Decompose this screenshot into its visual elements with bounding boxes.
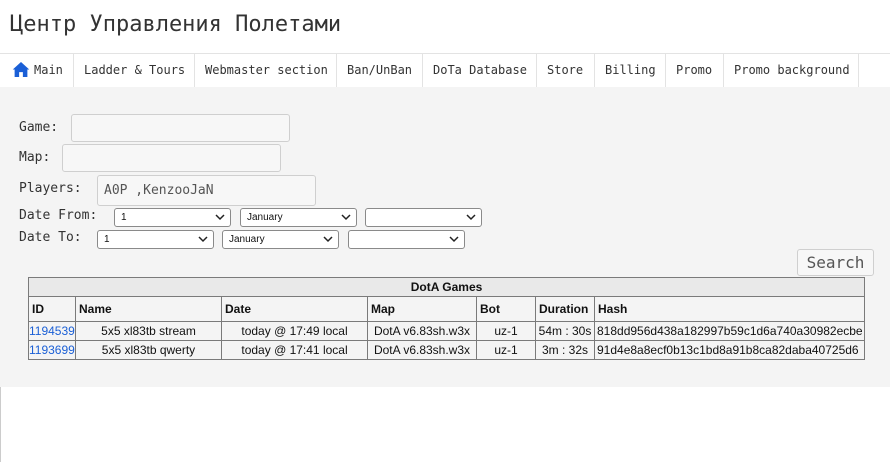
nav-item-billing[interactable]: Billing (595, 54, 666, 87)
table-header-row: ID Name Date Map Bot Duration Hash (28, 296, 866, 322)
game-map-cell: DotA v6.83sh.w3x (367, 340, 477, 360)
main-navbar: Main Ladder & Tours Webmaster section Ba… (0, 53, 890, 88)
date-from-year-select[interactable] (365, 208, 482, 227)
game-name-cell: 5x5 xl83tb qwerty (75, 340, 222, 360)
nav-item-label: Store (547, 63, 584, 77)
chevron-down-icon (323, 236, 333, 243)
select-value: 1 (104, 234, 110, 245)
table-row: 1193699 5x5 xl83tb qwerty today @ 17:41 … (28, 340, 866, 360)
game-map-cell: DotA v6.83sh.w3x (367, 321, 477, 341)
game-duration-cell: 3m : 32s (535, 340, 595, 360)
page-left-border (0, 387, 1, 462)
date-from-label: Date From: (19, 208, 98, 223)
nav-item-dota-database[interactable]: DoTa Database (423, 54, 537, 87)
select-value: January (229, 234, 265, 245)
nav-item-webmaster-section[interactable]: Webmaster section (195, 54, 337, 87)
game-hash-cell: 91d4e8a8ecf0b13c1bd8a91b8ca82daba40725d6 (593, 340, 866, 360)
nav-item-label: Promo background (734, 63, 850, 77)
players-input[interactable]: A0P ,KenzooJaN (97, 175, 316, 206)
game-date-cell: today @ 17:49 local (221, 321, 368, 341)
nav-item-label: Ladder & Tours (84, 63, 186, 77)
players-label: Players: (19, 181, 82, 196)
table-caption-row: DotA Games (27, 277, 866, 297)
column-header-map: Map (367, 296, 477, 322)
nav-item-ladder-tours[interactable]: Ladder & Tours (74, 54, 195, 87)
date-from-day-select[interactable]: 1 (114, 208, 231, 227)
search-button[interactable]: Search (797, 249, 874, 276)
chevron-down-icon (341, 214, 351, 221)
map-label: Map: (19, 150, 51, 165)
game-input[interactable] (71, 114, 290, 142)
game-hash-cell: 818dd956d438a182997b59c1d6a740a30982ecbe (593, 321, 866, 341)
nav-item-main[interactable]: Main (0, 54, 74, 87)
nav-item-promo[interactable]: Promo (666, 54, 724, 87)
nav-item-label: Ban/UnBan (347, 63, 413, 77)
table-caption: DotA Games (27, 277, 866, 297)
chevron-down-icon (449, 236, 459, 243)
date-to-label: Date To: (19, 230, 82, 245)
table-row: 1194539 5x5 xl83tb stream today @ 17:49 … (28, 321, 866, 341)
date-to-month-select[interactable]: January (222, 230, 339, 249)
date-to-year-select[interactable] (348, 230, 465, 249)
chevron-down-icon (198, 236, 208, 243)
chevron-down-icon (215, 214, 225, 221)
page-title: Центр Управления Полетами (10, 12, 342, 37)
game-name-cell: 5x5 xl83tb stream (75, 321, 222, 341)
nav-item-label: Main (34, 63, 63, 77)
game-id-link[interactable]: 1194539 (30, 324, 75, 338)
select-value: 1 (121, 212, 127, 223)
game-bot-cell: uz-1 (476, 321, 536, 341)
date-from-month-select[interactable]: January (240, 208, 357, 227)
column-header-duration: Duration (535, 296, 595, 322)
column-header-hash: Hash (593, 296, 866, 322)
home-icon (12, 62, 30, 77)
nav-item-label: Billing (605, 63, 656, 77)
nav-item-label: Webmaster section (205, 63, 328, 77)
nav-item-promo-background[interactable]: Promo background (724, 54, 859, 87)
game-duration-cell: 54m : 30s (535, 321, 595, 341)
game-date-cell: today @ 17:41 local (221, 340, 368, 360)
game-id-cell: 1193699 (28, 340, 76, 360)
select-value: January (247, 212, 283, 223)
date-to-day-select[interactable]: 1 (97, 230, 214, 249)
game-id-cell: 1194539 (28, 321, 76, 341)
column-header-bot: Bot (476, 296, 536, 322)
game-bot-cell: uz-1 (476, 340, 536, 360)
nav-item-label: Promo (676, 63, 713, 77)
game-id-link[interactable]: 1193699 (30, 343, 75, 357)
column-header-id: ID (28, 296, 76, 322)
nav-item-store[interactable]: Store (537, 54, 595, 87)
search-panel: Game: Map: Players: A0P ,KenzooJaN Date … (0, 87, 890, 387)
map-input[interactable] (62, 144, 281, 172)
column-header-name: Name (75, 296, 222, 322)
game-label: Game: (19, 120, 59, 135)
nav-item-ban-unban[interactable]: Ban/UnBan (337, 54, 423, 87)
nav-item-label: DoTa Database (433, 63, 527, 77)
chevron-down-icon (466, 214, 476, 221)
games-table: DotA Games ID Name Date Map Bot Duration… (27, 277, 866, 360)
column-header-date: Date (221, 296, 368, 322)
